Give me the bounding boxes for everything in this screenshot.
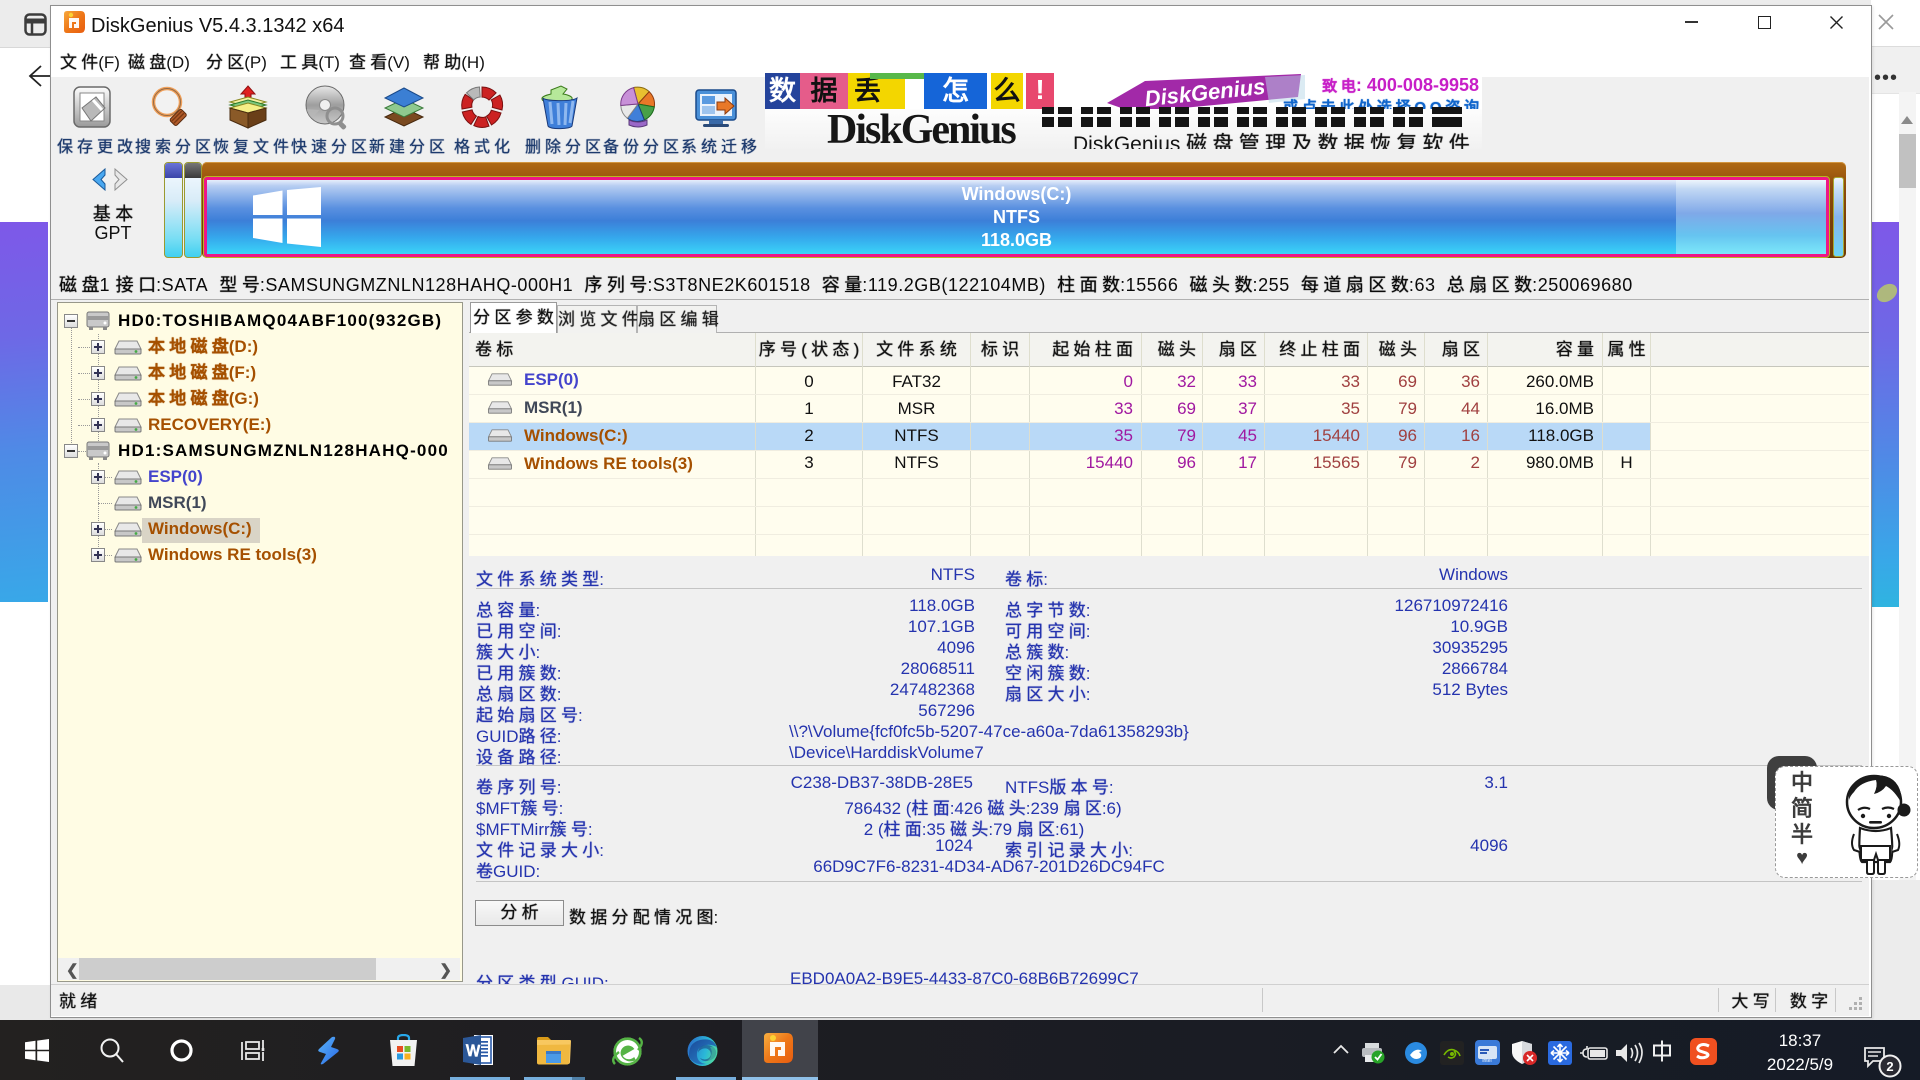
svg-text:intel: intel (1482, 1058, 1491, 1064)
svg-text:2: 2 (1886, 1059, 1893, 1074)
